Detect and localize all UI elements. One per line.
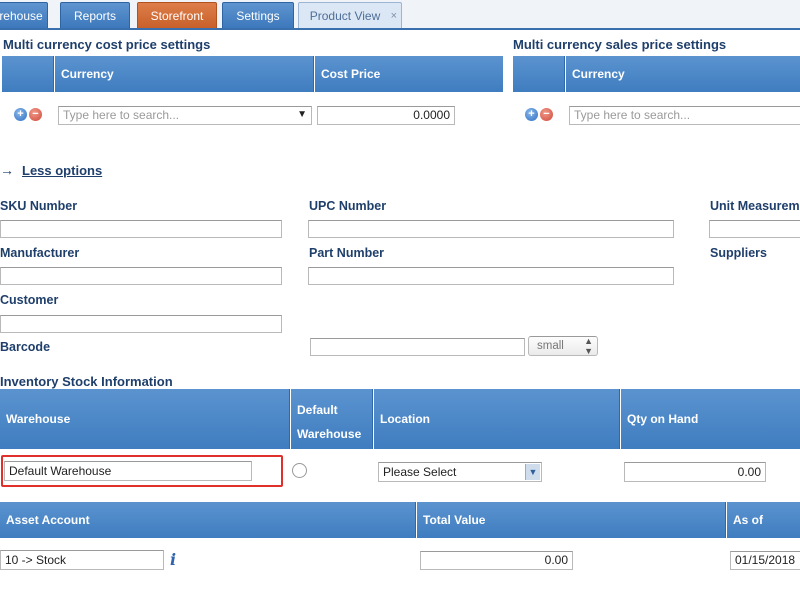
close-icon[interactable]: ×: [391, 3, 397, 29]
qty-on-hand-input[interactable]: 0.00: [624, 462, 766, 482]
inventory-header-default: Default Warehouse: [291, 389, 373, 449]
sales-header-currency: Currency: [566, 56, 800, 92]
default-warehouse-radio[interactable]: [292, 463, 307, 478]
tab-product-view-label: Product View: [309, 9, 381, 23]
inventory-header-qty: Qty on Hand: [621, 389, 800, 449]
sales-currency-placeholder: Type here to search...: [574, 108, 691, 122]
cost-header-blank: [2, 56, 54, 92]
inventory-header-default-line2: Warehouse: [297, 427, 362, 441]
part-number-label: Part Number: [309, 246, 385, 260]
manufacturer-input[interactable]: [0, 267, 282, 285]
sales-currency-search-input[interactable]: Type here to search...: [569, 106, 800, 125]
tab-reports[interactable]: Reports: [60, 2, 130, 28]
cost-currency-search-input[interactable]: Type here to search... ▼: [58, 106, 312, 125]
barcode-size-value: small: [537, 340, 564, 352]
less-options-link[interactable]: Less options: [22, 163, 102, 178]
part-number-input[interactable]: [308, 267, 674, 285]
cost-price-input[interactable]: 0.0000: [317, 106, 455, 125]
remove-sales-currency-icon[interactable]: −: [540, 108, 553, 121]
remove-currency-icon[interactable]: −: [29, 108, 42, 121]
tab-storefront[interactable]: Storefront: [137, 2, 217, 28]
cost-currency-placeholder: Type here to search...: [63, 108, 180, 122]
tab-product-view[interactable]: Product View ×: [298, 2, 402, 28]
cost-settings-title: Multi currency cost price settings: [3, 37, 211, 52]
cost-header-price: Cost Price: [315, 56, 503, 92]
total-value-input[interactable]: 0.00: [420, 551, 573, 570]
customer-input[interactable]: [0, 315, 282, 333]
arrow-right-icon: →: [0, 162, 14, 178]
location-value: Please Select: [383, 465, 457, 479]
sku-input[interactable]: [0, 220, 282, 238]
barcode-size-select[interactable]: small ▲ ▼: [528, 336, 598, 356]
inventory-header-warehouse: Warehouse: [0, 389, 290, 449]
manufacturer-label: Manufacturer: [0, 246, 80, 260]
tab-settings[interactable]: Settings: [222, 2, 294, 28]
asset-header-total: Total Value: [417, 502, 726, 538]
tab-warehouse[interactable]: rehouse: [0, 2, 48, 28]
chevron-down-icon[interactable]: ▼: [297, 107, 307, 123]
add-currency-icon[interactable]: +: [14, 108, 27, 121]
unit-measurement-label: Unit Measurem: [710, 199, 800, 213]
sales-header-blank: [513, 56, 565, 92]
location-select[interactable]: Please Select ▼: [378, 462, 542, 482]
suppliers-label: Suppliers: [710, 246, 767, 260]
barcode-input[interactable]: [310, 338, 525, 356]
chevron-down-icon[interactable]: ▼: [525, 464, 540, 480]
inventory-header-default-line1: Default: [297, 403, 338, 417]
sku-label: SKU Number: [0, 199, 78, 213]
tab-bar: rehouse Reports Storefront Settings Prod…: [0, 0, 800, 30]
customer-label: Customer: [0, 293, 59, 307]
inventory-title: Inventory Stock Information: [0, 374, 173, 389]
asset-header-account: Asset Account: [0, 502, 416, 538]
inventory-header-location: Location: [374, 389, 620, 449]
unit-measurement-input[interactable]: [709, 220, 800, 238]
upc-input[interactable]: [308, 220, 674, 238]
upc-label: UPC Number: [309, 199, 387, 213]
asset-header-asof: As of: [727, 502, 800, 538]
add-sales-currency-icon[interactable]: +: [525, 108, 538, 121]
warehouse-input[interactable]: Default Warehouse: [4, 461, 252, 481]
info-icon[interactable]: i: [170, 550, 176, 569]
asset-account-input[interactable]: 10 -> Stock: [0, 550, 164, 570]
as-of-date-input[interactable]: 01/15/2018: [730, 551, 800, 570]
sales-settings-title: Multi currency sales price settings: [513, 37, 727, 52]
cost-header-currency: Currency: [55, 56, 314, 92]
barcode-label: Barcode: [0, 340, 51, 354]
stepper-icon[interactable]: ▲ ▼: [584, 337, 593, 355]
